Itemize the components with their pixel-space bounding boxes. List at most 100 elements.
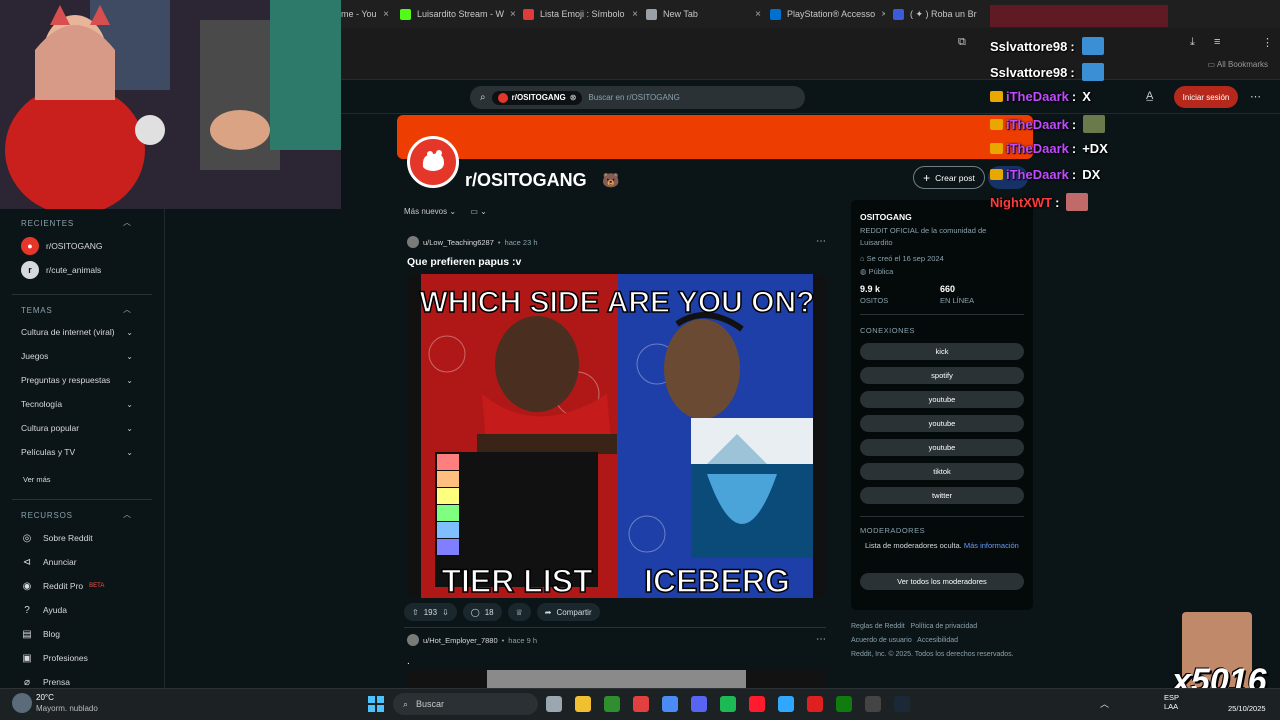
- online-label: EN LÍNEA: [940, 296, 975, 305]
- browser-tab[interactable]: Lista Emoji : Símbolo ×: [523, 5, 638, 23]
- topic-item[interactable]: Cultura popular ⌄: [21, 423, 133, 433]
- all-bookmarks[interactable]: ▭ All Bookmarks: [1208, 60, 1268, 69]
- collapse-topics-icon[interactable]: ︿: [123, 304, 131, 315]
- language-indicator[interactable]: ESP LAA: [1164, 693, 1179, 711]
- more-options-icon[interactable]: ⋯: [1250, 90, 1261, 103]
- connection-link[interactable]: youtube: [860, 439, 1024, 456]
- vote-control[interactable]: ⇧ 193 ⇩: [404, 603, 457, 621]
- resource-item[interactable]: ◎ Sobre Reddit: [21, 532, 133, 544]
- file-explorer-icon[interactable]: [575, 696, 591, 712]
- download-icon[interactable]: ⤓: [1190, 36, 1195, 49]
- comments-button[interactable]: ◯ 18: [462, 603, 502, 621]
- chrome-icon[interactable]: [662, 696, 678, 712]
- resource-item[interactable]: ? Ayuda: [21, 604, 133, 616]
- post-title[interactable]: .: [407, 656, 835, 667]
- post-title[interactable]: Que prefieren papus :v: [407, 256, 835, 268]
- connection-link[interactable]: tiktok: [860, 463, 1024, 480]
- menu-icon[interactable]: ⋮: [1262, 36, 1273, 49]
- more-info-link[interactable]: Más información: [964, 541, 1019, 550]
- close-tab-icon[interactable]: ×: [510, 9, 515, 20]
- resource-item[interactable]: ▣ Profesiones: [21, 652, 133, 664]
- recent-community-item[interactable]: r r/cute_animals: [21, 261, 133, 279]
- opera-icon[interactable]: [749, 696, 765, 712]
- topic-item[interactable]: Cultura de internet (viral) ⌄: [21, 327, 133, 337]
- close-tab-icon[interactable]: ×: [881, 9, 885, 20]
- browser-tab[interactable]: Luisardito Stream - W ×: [400, 5, 515, 23]
- visibility-row: ◍ Pública: [860, 267, 894, 276]
- chat-username: Sslvattore98: [990, 38, 1068, 54]
- upvote-icon[interactable]: ⇧: [412, 608, 419, 617]
- connection-link[interactable]: spotify: [860, 367, 1024, 384]
- photoshop-icon[interactable]: [778, 696, 794, 712]
- recent-community-item[interactable]: ● r/OSITOGANG: [21, 237, 133, 255]
- weather-icon[interactable]: [12, 693, 32, 713]
- view-layout-icon[interactable]: ▭ ⌄: [470, 207, 486, 216]
- app-icon[interactable]: [633, 696, 649, 712]
- post-options-icon[interactable]: ⋯: [816, 236, 826, 247]
- search-input[interactable]: ⌕ r/OSITOGANG ⊗ Buscar en r/OSITOGANG: [470, 86, 805, 109]
- topic-item[interactable]: Películas y TV ⌄: [21, 447, 133, 457]
- moderators-title: MODERADORES: [860, 526, 926, 535]
- resource-item[interactable]: ◉ Reddit Pro BETA: [21, 580, 133, 592]
- connection-link[interactable]: youtube: [860, 415, 1024, 432]
- close-tab-icon[interactable]: ×: [755, 9, 761, 20]
- connection-link[interactable]: youtube: [860, 391, 1024, 408]
- connection-link[interactable]: twitter: [860, 487, 1024, 504]
- globe-icon: ◍: [860, 267, 869, 276]
- browser-tab[interactable]: ( ✦ ) Roba un Br×: [893, 5, 983, 23]
- post-card[interactable]: u/Low_Teaching6287 • hace 23 h ⋯ Que pre…: [399, 236, 835, 268]
- footer-link[interactable]: Accesibilidad: [917, 637, 958, 644]
- taskbar-search[interactable]: ⌕ Buscar: [393, 693, 538, 715]
- close-tab-icon[interactable]: ×: [383, 9, 389, 20]
- resource-item[interactable]: ⌀ Prensa: [21, 676, 133, 688]
- footer-link[interactable]: Política de privacidad: [911, 623, 978, 630]
- clear-chip-icon[interactable]: ⊗: [570, 93, 577, 102]
- community-avatar: ●: [21, 237, 39, 255]
- post-image[interactable]: [407, 670, 826, 688]
- tray-chevron-icon[interactable]: ︿: [1100, 697, 1109, 710]
- post-author[interactable]: u/Low_Teaching6287: [423, 238, 494, 247]
- browser-tab[interactable]: me - You ×: [341, 5, 389, 23]
- translate-icon[interactable]: A̲: [1146, 90, 1153, 102]
- post-card[interactable]: u/Hot_Employer_7880 • hace 9 h ⋯ .: [399, 634, 835, 667]
- footer-link[interactable]: Acuerdo de usuario: [851, 637, 912, 644]
- sort-dropdown[interactable]: Más nuevos ⌄ ▭ ⌄: [404, 207, 487, 216]
- browser-tab[interactable]: New Tab ×: [646, 5, 761, 23]
- see-more-link[interactable]: Ver más: [23, 475, 135, 484]
- post-author[interactable]: u/Hot_Employer_7880: [423, 636, 498, 645]
- clock-date[interactable]: 25/10/2025: [1228, 704, 1266, 713]
- xbox-icon[interactable]: [604, 696, 620, 712]
- resource-item[interactable]: ▤ Blog: [21, 628, 133, 640]
- topic-item[interactable]: Preguntas y respuestas ⌄: [21, 375, 133, 385]
- task-view-icon[interactable]: [546, 696, 562, 712]
- login-button[interactable]: Iniciar sesión: [1174, 86, 1238, 108]
- share-button[interactable]: ➦ Compartir: [536, 603, 600, 621]
- discord-icon[interactable]: [691, 696, 707, 712]
- close-tab-icon[interactable]: ×: [632, 9, 638, 20]
- topic-item[interactable]: Juegos ⌄: [21, 351, 133, 361]
- meme-right-text: ICEBERG: [644, 563, 790, 598]
- xbox-app-icon[interactable]: [836, 696, 852, 712]
- resource-item[interactable]: ⊲ Anunciar: [21, 556, 133, 568]
- footer-link[interactable]: Reglas de Reddit: [851, 623, 905, 630]
- install-icon[interactable]: ⧉: [958, 36, 966, 49]
- create-post-button[interactable]: + Crear post: [913, 166, 985, 189]
- award-button[interactable]: ♕: [507, 603, 531, 621]
- connection-link[interactable]: kick: [860, 343, 1024, 360]
- collapse-resources-icon[interactable]: ︿: [123, 509, 131, 520]
- browser-tab[interactable]: PlayStation® Accesso ×: [770, 5, 885, 23]
- topic-item[interactable]: Tecnología ⌄: [21, 399, 133, 409]
- obs-icon[interactable]: [865, 696, 881, 712]
- downvote-icon[interactable]: ⇩: [442, 608, 449, 617]
- view-all-moderators-button[interactable]: Ver todos los moderadores: [860, 573, 1024, 590]
- collapse-recent-icon[interactable]: ︿: [123, 217, 131, 228]
- windows-start-icon[interactable]: [368, 696, 384, 712]
- acrobat-icon[interactable]: [807, 696, 823, 712]
- search-community-chip[interactable]: r/OSITOGANG ⊗: [491, 90, 583, 105]
- post-options-icon[interactable]: ⋯: [816, 634, 826, 645]
- steam-icon[interactable]: [894, 696, 910, 712]
- weather-temp[interactable]: 20°C: [36, 693, 54, 702]
- post-image[interactable]: WHICH SIDE ARE YOU ON? TIER LIST ICEBERG: [407, 274, 826, 598]
- spotify-icon[interactable]: [720, 696, 736, 712]
- media-icon[interactable]: ≡: [1214, 36, 1220, 48]
